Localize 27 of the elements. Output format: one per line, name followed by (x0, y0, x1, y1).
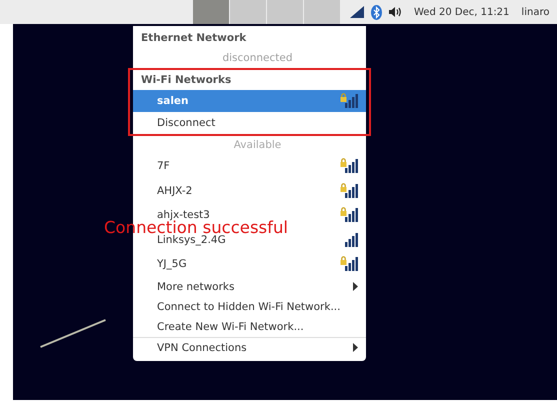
submenu-arrow-icon (353, 343, 358, 352)
status-text: disconnected (221, 51, 294, 66)
user-name[interactable]: linaro (521, 6, 550, 18)
menu-item[interactable]: Create New Wi-Fi Network... (133, 316, 366, 336)
submenu-arrow-icon (353, 282, 358, 291)
network-name[interactable]: YJ_5G (157, 259, 187, 270)
taskbar-button[interactable] (267, 0, 303, 24)
menu-item[interactable]: Disconnect (133, 112, 366, 134)
network-name[interactable]: ahjx-test3 (157, 210, 210, 220)
section-label: Available (232, 138, 282, 153)
menu-item[interactable]: Connect to Hidden Wi-Fi Network... (133, 296, 366, 316)
menu-item[interactable]: More networks (133, 276, 366, 296)
network-name[interactable]: Linksys_2.4G (157, 234, 226, 245)
line-drawing (40, 319, 106, 348)
clock-text[interactable]: Wed 20 Dec, 11:21 (414, 6, 510, 18)
network-item[interactable]: salen (133, 90, 366, 112)
taskbar-button[interactable] (304, 0, 340, 24)
network-name[interactable]: 7F (157, 161, 170, 172)
section-header: Wi-Fi Networks (140, 73, 232, 88)
taskbar-button[interactable] (230, 0, 266, 24)
signal-icon[interactable] (350, 6, 364, 18)
menu-item[interactable]: VPN Connections (133, 338, 366, 358)
speaker-icon[interactable] (389, 7, 402, 17)
taskbar-button[interactable] (193, 0, 229, 24)
section-header: Ethernet Network (140, 31, 248, 46)
network-name[interactable]: AHJX-2 (157, 186, 192, 196)
bluetooth-icon[interactable] (371, 4, 382, 20)
